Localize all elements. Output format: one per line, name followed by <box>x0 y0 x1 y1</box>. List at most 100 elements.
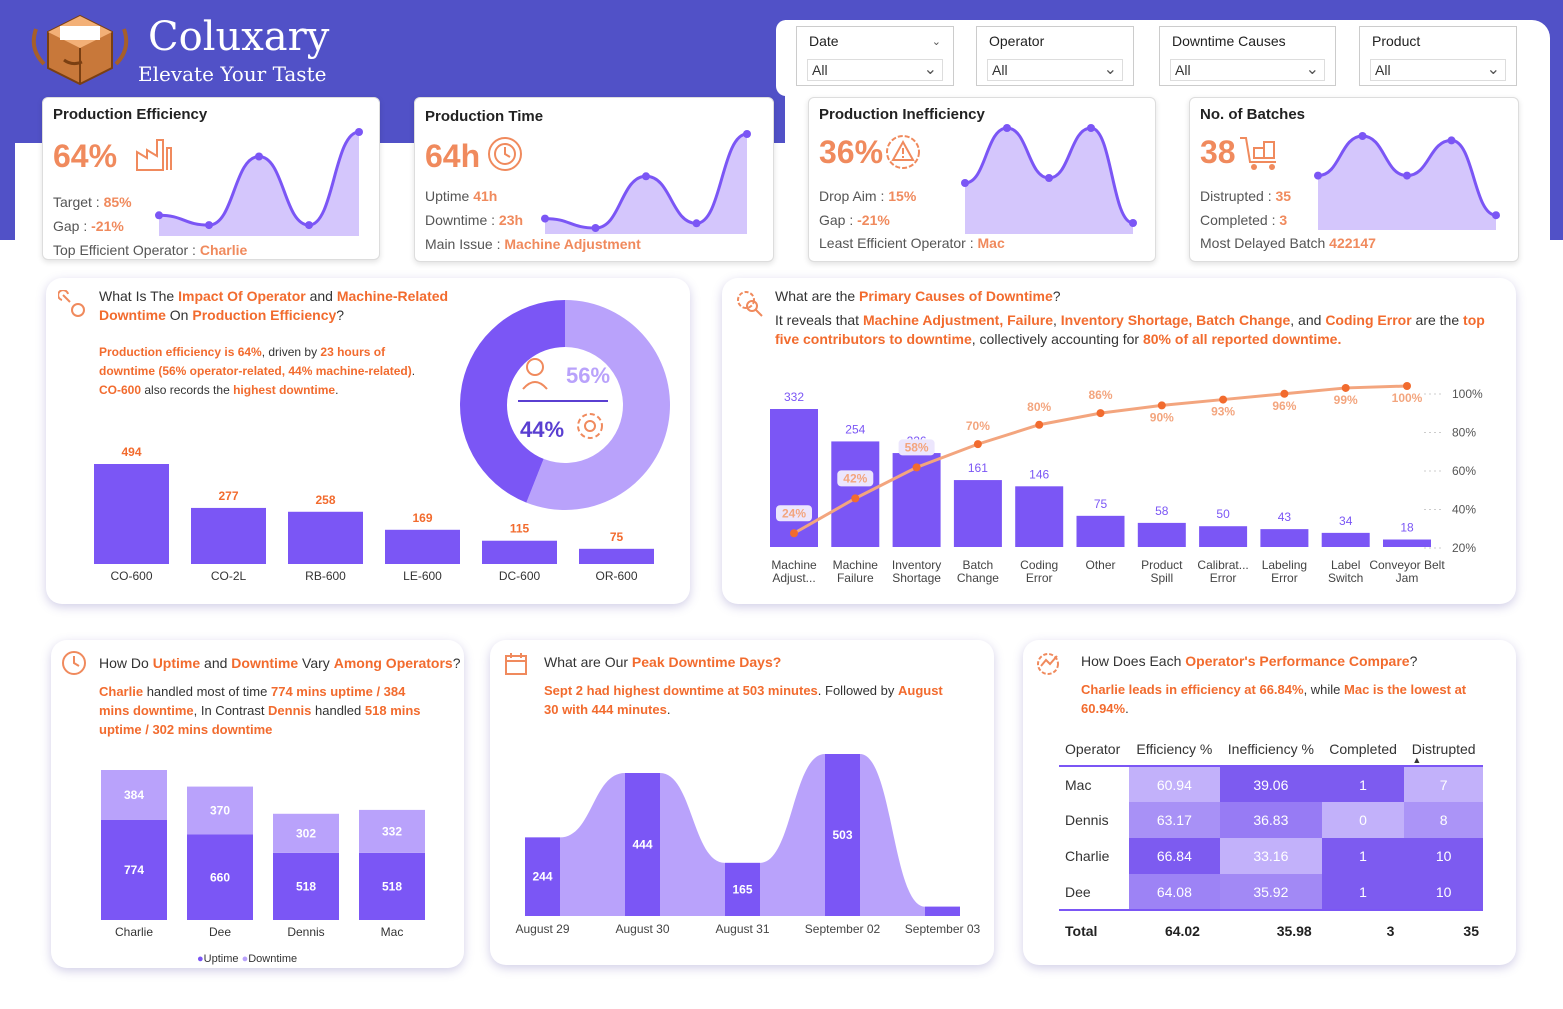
kpi-number-of-batches[interactable]: No. of Batches 38 Distrupted : 35 Comple… <box>1189 97 1519 262</box>
batches-sparkline <box>1314 132 1500 230</box>
operator-filter-select[interactable]: All <box>987 59 1123 81</box>
kpi-gap-label: Gap : <box>819 212 858 228</box>
sparkline-point <box>305 221 313 230</box>
cumulative-point <box>973 440 982 449</box>
col-distrupted[interactable]: Distrupted ▲ <box>1404 732 1483 766</box>
sparkline-point <box>1314 171 1322 180</box>
cause-bar-label: Error <box>1271 571 1298 585</box>
peak-bar-value: 503 <box>832 828 852 842</box>
cause-bar-label: Machine <box>771 558 817 572</box>
uptime-value: 774 <box>124 863 144 877</box>
sparkline-point <box>1087 124 1095 132</box>
kpi-downtime-value: 23h <box>498 212 524 228</box>
cell-distrupted: 10 <box>1404 838 1483 874</box>
cause-bar <box>1260 529 1309 547</box>
cause-bar-label: Spill <box>1150 571 1173 585</box>
operator-label: Dee <box>209 925 231 939</box>
peak-bar-value: 444 <box>632 838 652 852</box>
kpi-gap-value: -21% <box>857 212 890 228</box>
cell-operator: Mac <box>1059 766 1129 802</box>
machine-bar-value: 494 <box>121 445 141 459</box>
cause-bar <box>1383 539 1431 547</box>
impact-insight: Production efficiency is 64%, driven by … <box>99 345 416 397</box>
kpi-value: 36% <box>819 134 884 170</box>
cause-bar <box>953 480 1002 547</box>
sparkline-point <box>1403 171 1411 180</box>
table-row[interactable]: Dee 64.08 35.92 1 10 <box>1059 874 1483 910</box>
machine-bar-value: 277 <box>218 489 238 503</box>
col-operator[interactable]: Operator <box>1059 732 1129 766</box>
cart-boxes-icon <box>1240 137 1276 170</box>
machine-bar <box>191 507 266 564</box>
cause-bar <box>770 409 818 547</box>
downtime-causes-filter-label: Downtime Causes <box>1172 33 1286 49</box>
kpi-title: Production Efficiency <box>53 106 208 123</box>
sparkline-point <box>743 130 751 138</box>
secondary-axis-tick: 60% <box>1452 464 1476 478</box>
table-row[interactable]: Charlie 66.84 33.16 1 10 <box>1059 838 1483 874</box>
causes-insight: It reveals that Machine Adjustment, Fail… <box>775 312 1485 347</box>
chevron-down-icon: ⌄ <box>923 61 937 78</box>
efficiency-sparkline <box>155 128 363 236</box>
operator-filter[interactable]: Operator All ⌄ <box>976 26 1134 86</box>
cumulative-point <box>790 529 798 538</box>
downtime-causes-filter-select[interactable]: All <box>1170 59 1325 81</box>
date-filter-select[interactable]: All <box>807 59 943 81</box>
performance-matrix: Operator Efficiency % Inefficiency % Com… <box>1059 732 1483 950</box>
cause-bar <box>831 441 880 547</box>
sparkline-point <box>642 172 650 181</box>
kpi-batch-label: Most Delayed Batch <box>1200 235 1330 251</box>
peak-day-label: September 02 <box>805 922 881 936</box>
peak-bar-value: 244 <box>532 870 552 884</box>
date-filter[interactable]: Date ⌄ All ⌄ <box>796 26 954 86</box>
machine-bar <box>482 540 557 564</box>
product-filter-label: Product <box>1372 33 1421 49</box>
cumulative-point <box>1341 383 1350 392</box>
kpi-operator-label: Top Efficient Operator : <box>53 242 200 258</box>
kpi-gap-value: -21% <box>91 218 124 234</box>
cause-bar-label: Product <box>1141 558 1183 572</box>
cell-efficiency: 60.94 <box>1128 766 1220 802</box>
icon-part <box>584 420 596 432</box>
cause-bar-label: Switch <box>1328 571 1363 585</box>
uptime-value: 518 <box>382 879 402 893</box>
kpi-production-efficiency[interactable]: Production Efficiency 64% Target : 85% G… <box>42 97 380 260</box>
table-row[interactable]: Dennis 63.17 36.83 0 8 <box>1059 802 1483 838</box>
sparkline-point <box>255 152 263 161</box>
uptime-value: 518 <box>296 879 316 893</box>
col-completed[interactable]: Completed <box>1322 732 1405 766</box>
table-row[interactable]: Mac 60.94 39.06 1 7 <box>1059 766 1483 802</box>
machine-bar-label: DC-600 <box>499 569 541 583</box>
sparkline-point <box>1447 136 1456 145</box>
product-filter-select[interactable]: All <box>1370 59 1506 81</box>
donut-operator-label: 56% <box>566 363 610 388</box>
product-filter[interactable]: Product All ⌄ <box>1359 26 1517 86</box>
machine-bar <box>385 529 460 564</box>
col-inefficiency[interactable]: Inefficiency % <box>1220 732 1322 766</box>
downtime-causes-filter[interactable]: Downtime Causes All ⌄ <box>1159 26 1336 86</box>
kpi-production-inefficiency[interactable]: Production Inefficiency 36% Drop Aim : 1… <box>808 97 1156 262</box>
legend-dot-icon: ● <box>197 953 204 965</box>
kpi-title: No. of Batches <box>1200 106 1306 123</box>
brand-logo-icon <box>31 14 129 86</box>
kpi-production-time[interactable]: Production Time 64h Uptime 41h Downtime … <box>414 97 774 262</box>
cause-bar-label: Error <box>1210 571 1237 585</box>
cumulative-label: 93% <box>1211 405 1235 419</box>
cause-bar-value: 161 <box>968 461 988 475</box>
peak-bar-value: 165 <box>732 882 752 896</box>
col-efficiency[interactable]: Efficiency % <box>1129 732 1220 766</box>
operator-time-chart: 774 384 Charlie 660 370 Dee 518 302 Dennis 518 332… <box>101 770 425 939</box>
machine-bar-label: CO-600 <box>110 569 152 583</box>
cumulative-label: 100% <box>1392 391 1423 405</box>
secondary-axis-tick: 80% <box>1452 426 1476 440</box>
cell-completed: 0 <box>1321 802 1405 838</box>
kpi-value: 64h <box>425 138 481 174</box>
kpi-dropaim-label: Drop Aim : <box>819 188 889 204</box>
downtime-value: 302 <box>296 826 316 840</box>
impact-question: What Is The Impact Of Operator and Machi… <box>99 288 449 323</box>
inefficiency-sparkline <box>961 124 1137 234</box>
warning-gear-icon <box>886 135 920 169</box>
cell-efficiency: 63.17 <box>1128 802 1220 838</box>
downtime-value: 384 <box>124 788 144 802</box>
cause-bar <box>1076 515 1125 547</box>
